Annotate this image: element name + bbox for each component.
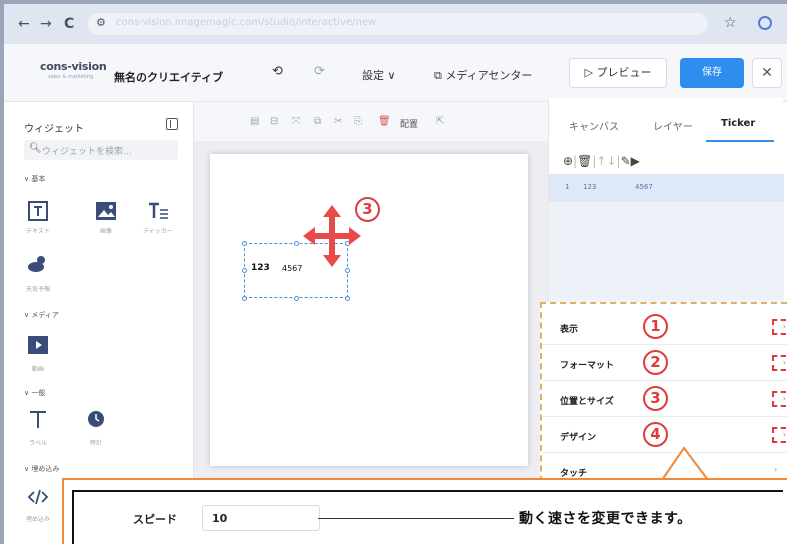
speed-value[interactable]: 10 [212, 512, 227, 525]
speed-leader-line [318, 518, 514, 519]
speed-note: 動く速さを変更できます。 [519, 511, 692, 527]
speed-label: スピード [133, 513, 177, 526]
callout-pointer [661, 446, 709, 481]
